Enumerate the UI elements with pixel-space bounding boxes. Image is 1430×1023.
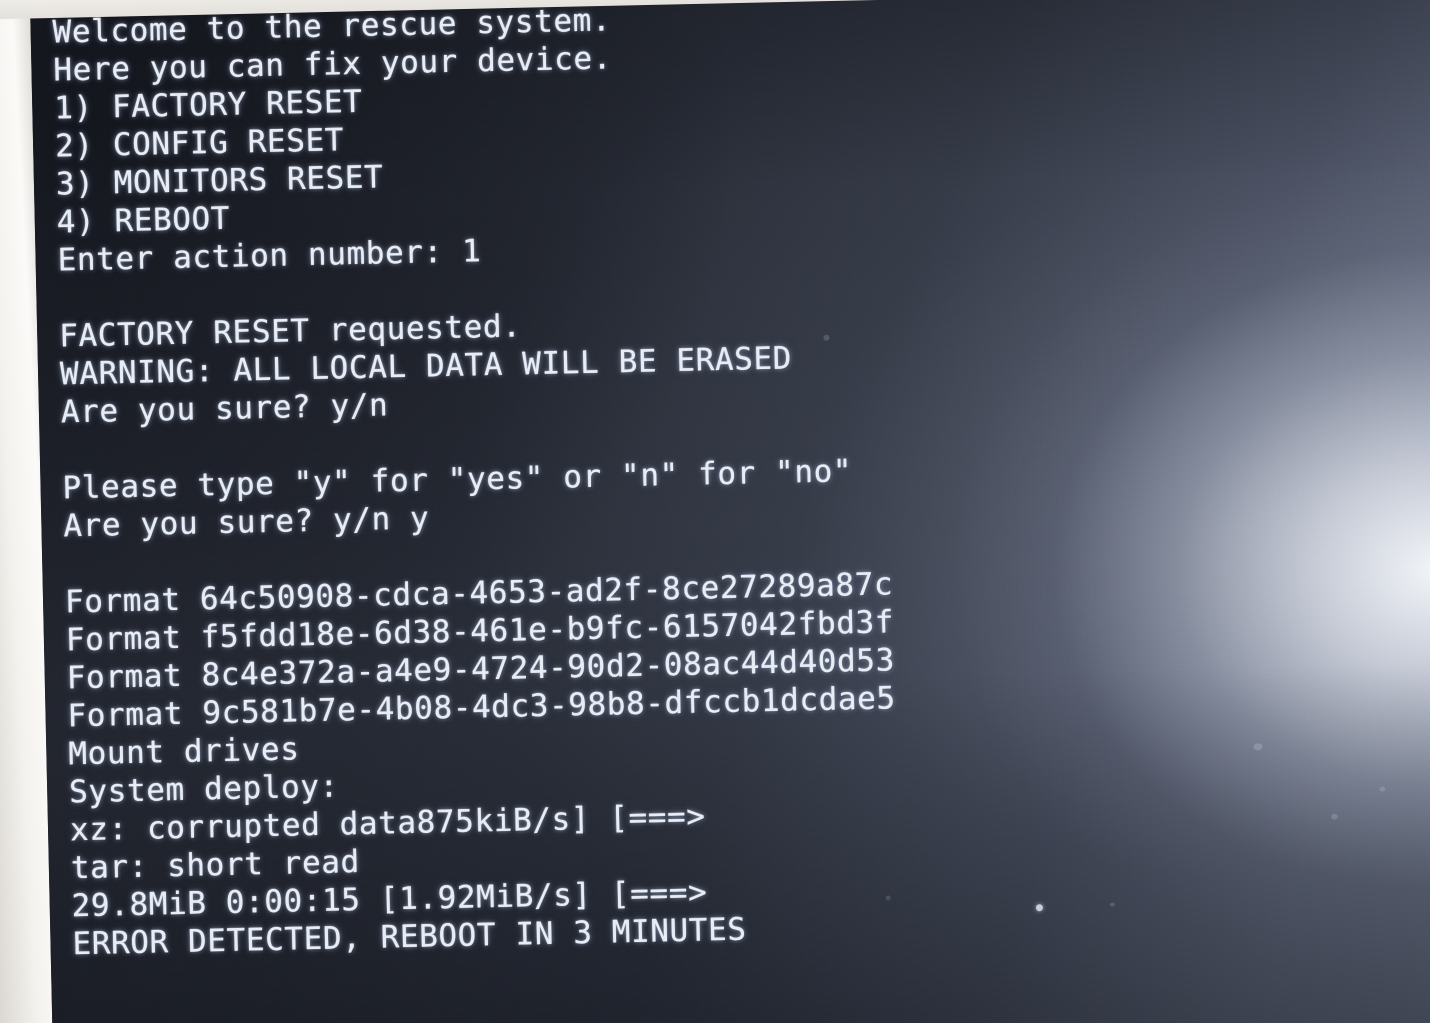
photographed-screen: Welcome to the rescue system. Here you c… (0, 0, 1430, 1023)
display-panel: Welcome to the rescue system. Here you c… (30, 0, 1430, 1023)
terminal-output: Welcome to the rescue system. Here you c… (52, 0, 1430, 963)
